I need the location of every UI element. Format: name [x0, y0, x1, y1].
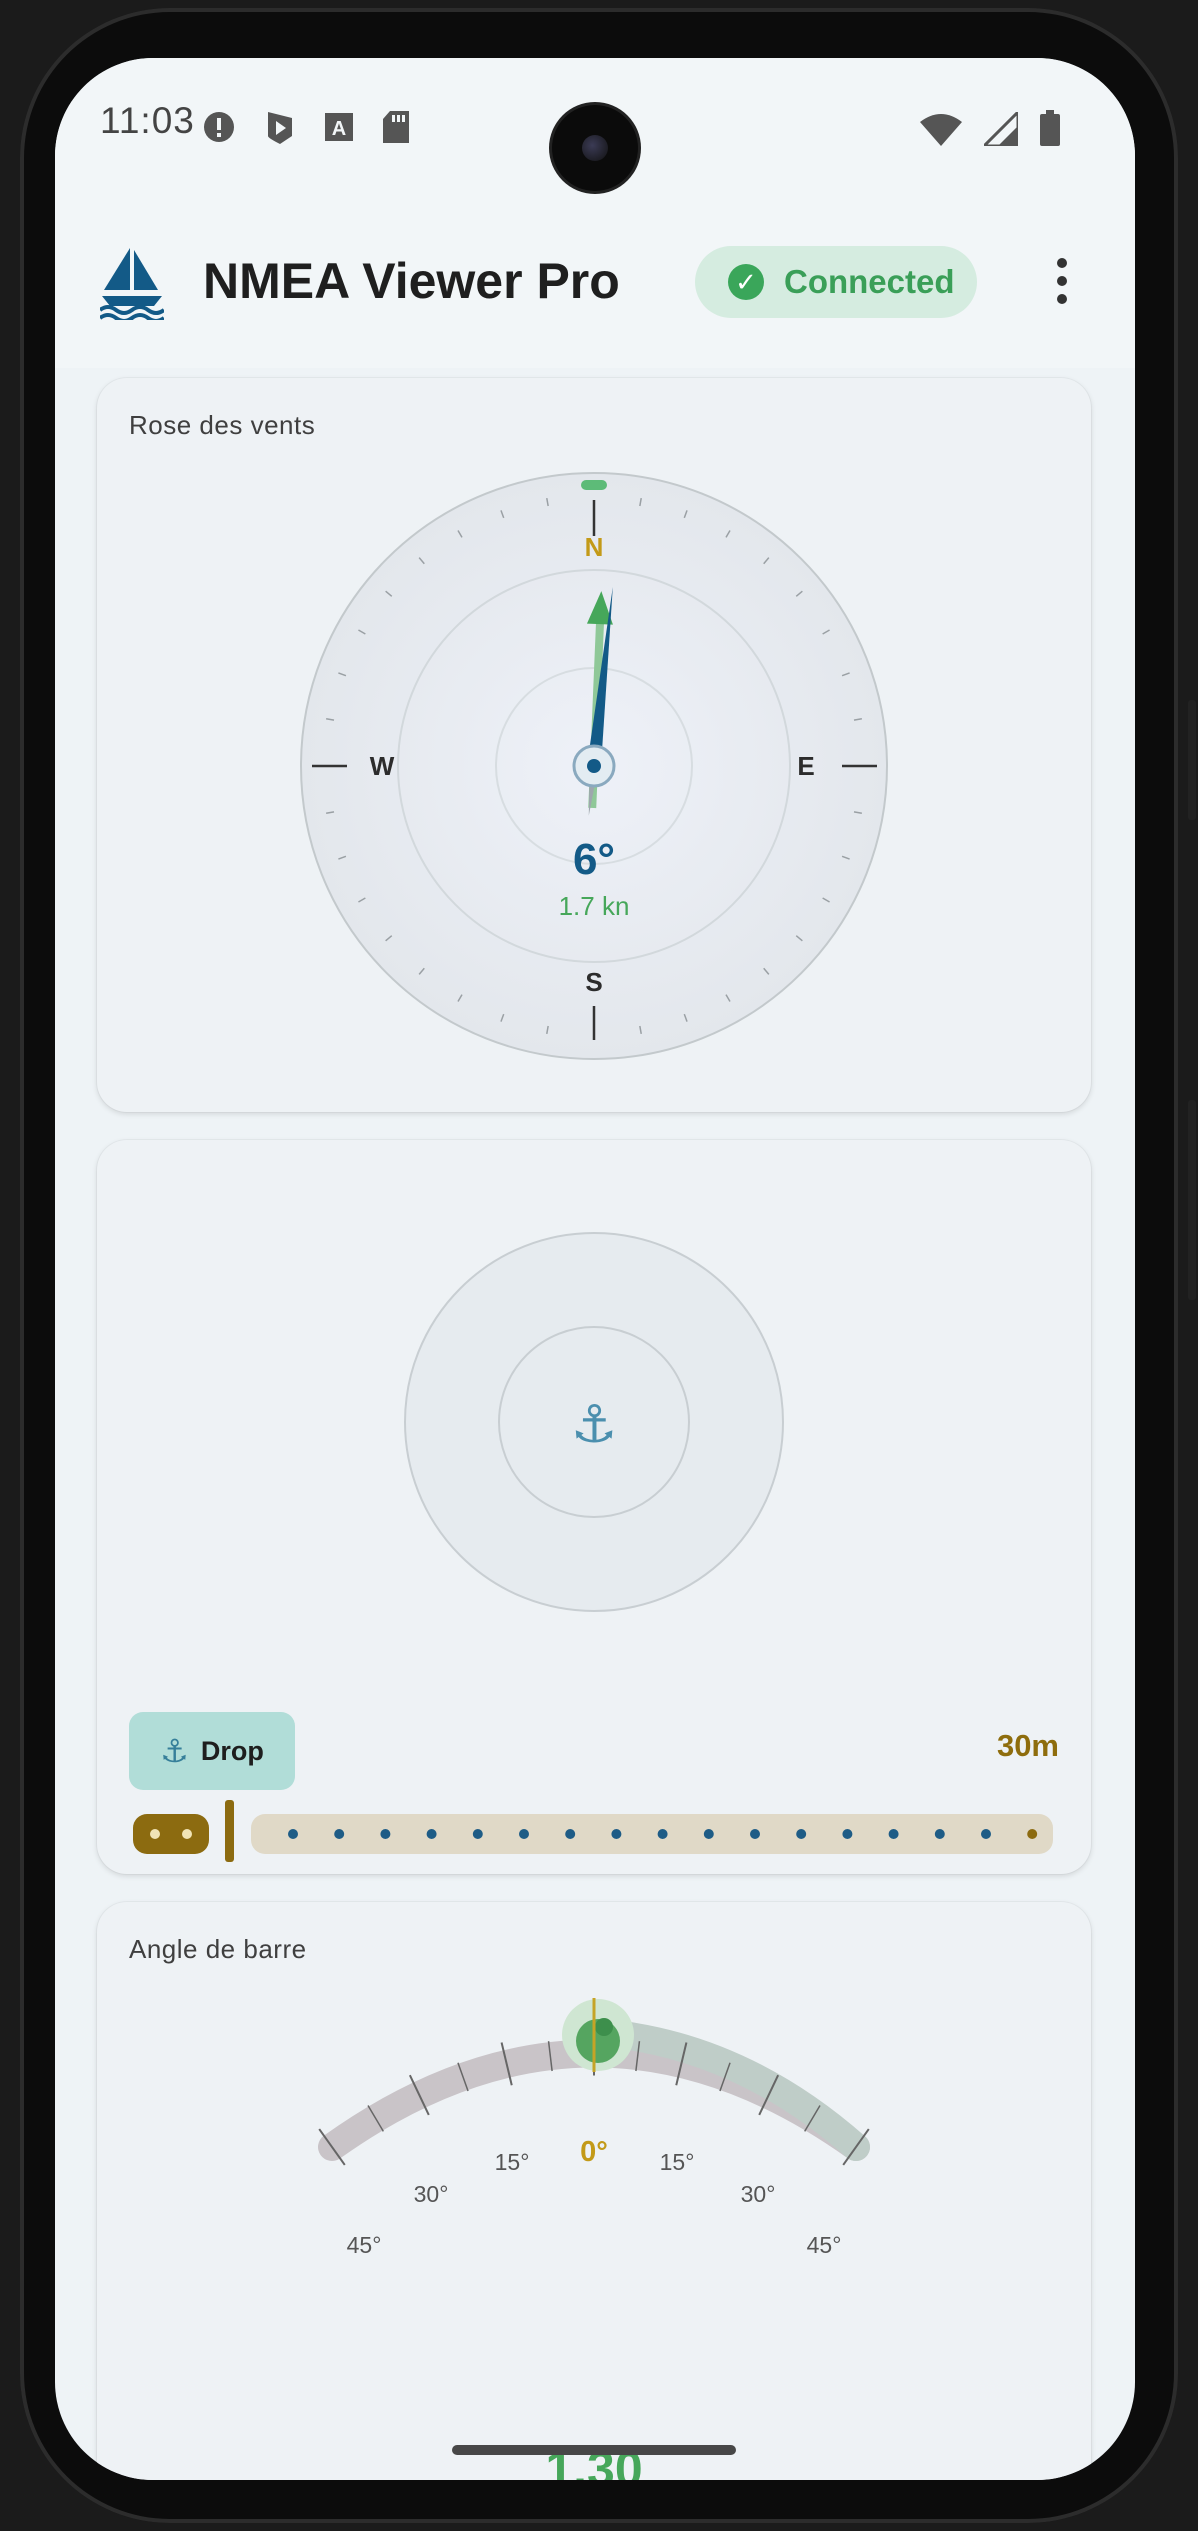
status-time: 11:03	[100, 100, 195, 141]
power-button	[1188, 1100, 1196, 1300]
rudder-label-right-45: 45°	[807, 2232, 842, 2258]
app-bar: NMEA Viewer Pro ✓ Connected	[55, 208, 1135, 368]
chain-link-dot	[565, 1829, 576, 1839]
connection-status-label: Connected	[784, 263, 955, 300]
chain-link-dot	[981, 1829, 991, 1839]
chain-link-dot	[380, 1829, 391, 1839]
volume-button	[1188, 700, 1196, 820]
rudder-label-right-30: 30°	[741, 2181, 776, 2207]
rudder-center-label: 0°	[580, 2136, 608, 2168]
chain-link-dot	[796, 1829, 807, 1839]
connection-status-chip[interactable]: ✓ Connected	[695, 246, 977, 318]
chain-link-dot	[750, 1829, 760, 1839]
alert-icon	[204, 112, 234, 142]
chain-link-dot	[426, 1829, 437, 1839]
rudder-label-left-45: 45°	[347, 2232, 382, 2258]
south-label: S	[585, 967, 602, 997]
east-label: E	[797, 751, 814, 781]
wind-speed-value: 1.7 kn	[559, 891, 630, 921]
chain-link-dot	[519, 1829, 529, 1839]
wind-rose-card: Rose des vents N E S W 6° 1.7 kn	[97, 378, 1091, 1112]
home-indicator[interactable]	[452, 2445, 736, 2455]
west-label: W	[370, 751, 395, 781]
drop-anchor-button[interactable]: ⚓ Drop	[129, 1712, 295, 1790]
app-title: NMEA Viewer Pro	[203, 253, 620, 309]
wind-angle-value: 6°	[573, 835, 615, 884]
check-circle-icon: ✓	[728, 264, 764, 300]
sailboat-icon	[100, 248, 164, 320]
chain-length-value: 30m	[996, 1728, 1059, 1763]
signal-icon	[984, 112, 1018, 146]
chain-link-dot	[657, 1829, 668, 1839]
chain-link-dot	[934, 1829, 945, 1839]
rudder-label-right-15: 15°	[660, 2149, 695, 2175]
north-label: N	[585, 532, 604, 562]
chain-slider[interactable]	[97, 1790, 1091, 1870]
drop-button-label: Drop	[200, 1735, 264, 1766]
svg-text:A: A	[332, 118, 346, 140]
screen: 11:03 A NMEA Viewer Pro ✓ Connected Rose…	[55, 58, 1135, 2480]
chain-slider-handle[interactable]	[225, 1800, 234, 1862]
chain-link-dot	[288, 1829, 298, 1839]
battery-icon	[1040, 110, 1060, 146]
play-store-icon	[268, 112, 292, 144]
front-camera	[552, 105, 638, 191]
wifi-icon	[920, 114, 962, 146]
rudder-card: Angle de barre 45° 30° 15° 15° 30° 45° 0…	[97, 1902, 1091, 2480]
chain-link-dot	[611, 1829, 622, 1839]
rudder-gauge: 45° 30° 15° 15° 30° 45° 0° 1.30	[318, 1998, 870, 2480]
wind-compass: N E S W 6° 1.7 kn	[300, 472, 888, 1060]
anchor-card: ⚓ ⚓ Drop 30m	[97, 1140, 1091, 1874]
anchor-icon: ⚓	[160, 1733, 189, 1769]
rudder-label-left-15: 15°	[495, 2149, 530, 2175]
more-vert-icon[interactable]	[1055, 258, 1069, 308]
chain-link-dot	[334, 1829, 345, 1839]
chain-link-dot	[703, 1829, 714, 1839]
chain-link-dot	[1027, 1829, 1038, 1839]
chain-link-dot	[472, 1829, 483, 1839]
chain-link-dot	[842, 1829, 853, 1839]
anchor-icon: ⚓	[571, 1395, 618, 1455]
rudder-label-left-30: 30°	[414, 2181, 449, 2207]
sd-card-icon	[383, 111, 409, 143]
chain-link-dot	[888, 1829, 899, 1839]
font-a-icon: A	[325, 113, 353, 141]
